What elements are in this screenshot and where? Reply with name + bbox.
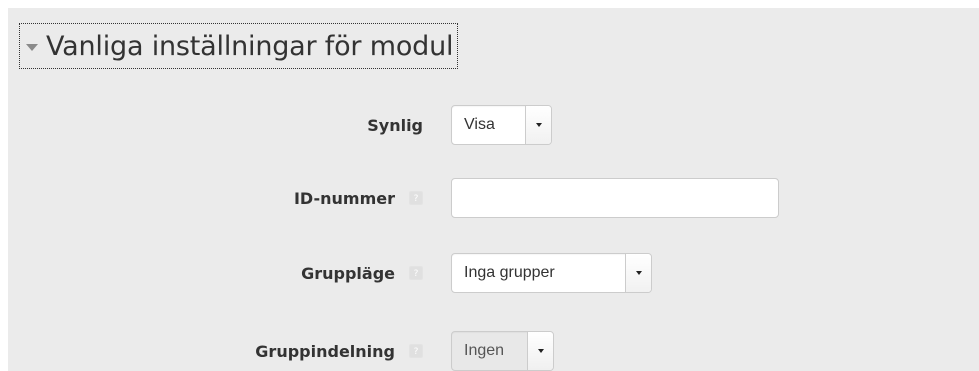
visible-select-arrow[interactable] — [525, 106, 551, 144]
label-wrap-groupmode: Gruppläge ? — [301, 253, 423, 293]
grouping-select[interactable]: Ingen — [451, 331, 554, 371]
idnumber-label: ID-nummer — [293, 188, 395, 208]
help-icon[interactable]: ? — [409, 191, 423, 205]
visible-select[interactable]: Visa — [451, 105, 552, 145]
label-wrap-grouping: Gruppindelning ? — [255, 331, 423, 371]
form-row-idnumber: ID-nummer ? — [8, 178, 979, 218]
label-wrap-idnumber: ID-nummer ? — [294, 178, 423, 218]
visible-select-value: Visa — [464, 116, 495, 133]
section-header-toggle[interactable]: Vanliga inställningar för modul — [19, 23, 459, 69]
help-icon[interactable]: ? — [409, 344, 423, 358]
grouping-select-value: Ingen — [464, 342, 505, 359]
grouping-label: Gruppindelning — [255, 341, 395, 361]
groupmode-label: Gruppläge — [301, 263, 395, 283]
chevron-down-icon — [635, 271, 642, 275]
collapse-arrow-icon — [26, 43, 38, 51]
label-wrap-visible: Synlig — [367, 105, 423, 145]
grouping-select-arrow[interactable] — [527, 332, 553, 370]
groupmode-select-value: Inga grupper — [464, 264, 555, 281]
module-settings-fieldset: Vanliga inställningar för modul Synlig V… — [8, 8, 979, 371]
section-title: Vanliga inställningar för modul — [46, 30, 454, 62]
form-row-groupmode: Gruppläge ? Inga grupper — [8, 253, 979, 293]
groupmode-select-arrow[interactable] — [625, 254, 651, 292]
chevron-down-icon — [537, 349, 544, 353]
help-icon[interactable]: ? — [409, 266, 423, 280]
groupmode-select[interactable]: Inga grupper — [451, 253, 652, 293]
form-row-visible: Synlig Visa — [8, 105, 979, 145]
visible-label: Synlig — [367, 115, 423, 135]
idnumber-input[interactable] — [451, 178, 779, 218]
chevron-down-icon — [535, 123, 542, 127]
form-row-grouping: Gruppindelning ? Ingen — [8, 331, 979, 371]
